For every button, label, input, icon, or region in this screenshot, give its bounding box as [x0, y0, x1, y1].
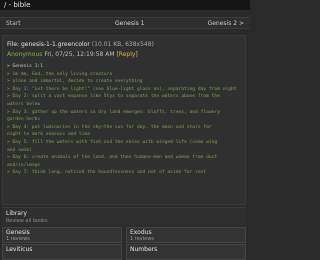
post-heading: > Genesis 1:1	[7, 64, 43, 69]
post: File: genesis-1-1.greencolor (10.01 KB, …	[2, 35, 246, 205]
post-line: > Day 4: put luminaries in the sky—the s…	[7, 124, 212, 130]
chapter-nav: Start Genesis 1 Genesis 2 >	[0, 17, 250, 29]
book-subtitle: 1 reviews	[130, 236, 154, 242]
post-line: night to mark seasons and time	[7, 132, 90, 138]
book-genesis[interactable]: Genesis 1 reviews	[2, 227, 122, 243]
library-section: Library Review all books	[2, 207, 246, 226]
post-date: Fri, 07/25, 12:19:58 AM	[44, 51, 115, 58]
reply-link[interactable]: [Reply]	[116, 51, 137, 58]
board-title[interactable]: / - bible	[4, 1, 30, 9]
post-header: Anonymous Fri, 07/25, 12:19:58 AM [Reply…	[7, 51, 138, 58]
book-numbers[interactable]: Numbers	[126, 244, 246, 260]
book-exodus[interactable]: Exodus 1 reviews	[126, 227, 246, 243]
book-title: Exodus	[130, 229, 152, 236]
current-chapter: Genesis 1	[115, 20, 145, 27]
file-meta: (10.01 KB, 638x548)	[91, 41, 154, 48]
library-subtitle[interactable]: Review all books	[6, 218, 48, 224]
post-line: garden herbs	[7, 117, 41, 123]
poster-name: Anonymous	[7, 51, 43, 58]
next-chapter-link[interactable]: Genesis 2 >	[208, 20, 244, 27]
post-line: > Day 3: gather up the waters so dry lan…	[7, 109, 220, 115]
post-body: > Genesis 1:1 > im me, God, the only liv…	[7, 63, 243, 177]
post-line: > Day 2: split a vast expanse like Styx …	[7, 94, 220, 100]
post-line: > Day 5: fill the waters with fish and t…	[7, 139, 218, 145]
post-line: waters below	[7, 101, 41, 107]
post-line: > Day 6: create animals of the land, and…	[7, 155, 218, 161]
file-info: File: genesis-1-1.greencolor (10.01 KB, …	[7, 41, 154, 48]
post-line: and/in/image	[7, 162, 41, 168]
post-line: > im me, God, the only living creatura	[7, 71, 113, 77]
start-link[interactable]: Start	[6, 20, 21, 27]
post-line: and swim)	[7, 147, 32, 153]
top-bar: / - bible	[0, 0, 250, 10]
book-subtitle: 1 reviews	[6, 236, 30, 242]
book-leviticus[interactable]: Leviticus	[2, 244, 122, 260]
book-title: Genesis	[6, 229, 30, 236]
library-title: Library	[6, 210, 27, 217]
post-line: > alone and immortal, decide to create e…	[7, 79, 143, 85]
file-link[interactable]: File: genesis-1-1.greencolor	[7, 41, 90, 48]
post-line: > Day 7: think long… noticed the boundle…	[7, 170, 207, 176]
post-line: > Day 1: "Let there be light!" (see blue…	[7, 86, 237, 92]
